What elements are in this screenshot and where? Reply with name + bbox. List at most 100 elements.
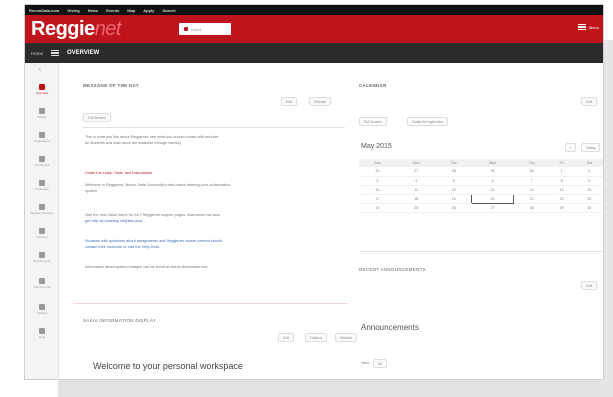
sidebar-item-housing[interactable]: Housing: [25, 223, 59, 243]
sidebar-item-student-services[interactable]: Student Services: [25, 199, 59, 219]
calendar-view-toggle[interactable]: Today the right view: [407, 117, 448, 126]
calendar-day[interactable]: 28: [513, 203, 550, 213]
motd-line: This is what you like about Reggienet; s…: [85, 135, 219, 139]
calendar-day[interactable]: 21: [513, 194, 550, 204]
motd-line: Welcome to Reggienet, Illinois State Uni…: [85, 183, 231, 187]
sidebar-item-overview[interactable]: Overview: [25, 79, 59, 99]
motd-link-line[interactable]: contact their instructor or visit the He…: [85, 245, 160, 250]
calendar-day[interactable]: 17: [359, 194, 396, 204]
calendar-day[interactable]: 24: [359, 203, 396, 213]
calendar-day[interactable]: 29: [471, 167, 514, 177]
dollar-icon: [39, 179, 45, 186]
calendar-day[interactable]: 11: [395, 185, 437, 195]
help-icon: [39, 327, 45, 334]
topbar-link[interactable]: Events: [106, 8, 119, 13]
motd-line: Information about system outages can be …: [85, 265, 209, 269]
calendar-today-button[interactable]: Today: [581, 143, 601, 152]
calendar-day[interactable]: 27: [471, 203, 514, 213]
calendar-day[interactable]: 2: [573, 167, 603, 177]
page-nav-bar: Home OVERVIEW: [25, 43, 603, 63]
workspace-options-button[interactable]: Options: [305, 333, 328, 342]
topbar-link[interactable]: Giving: [67, 8, 79, 13]
menu-label: Menu: [588, 24, 599, 30]
calendar-day[interactable]: 14: [513, 185, 550, 195]
clipboard-icon: [39, 131, 45, 138]
weekday-header: Tue: [436, 159, 472, 167]
divider: [359, 251, 603, 252]
calendar-day[interactable]: 10: [359, 185, 396, 195]
topbar-link[interactable]: ReconData.com: [29, 8, 59, 13]
calendar-day[interactable]: 28: [436, 167, 472, 177]
divider: [73, 303, 348, 304]
calendar-day[interactable]: 18: [395, 194, 437, 204]
topbar-link[interactable]: Search: [162, 8, 175, 13]
announcements-edit-button[interactable]: Edit: [581, 281, 598, 290]
calendar-day[interactable]: 8: [549, 176, 574, 186]
logo-main: Reggie: [31, 18, 95, 40]
menu-button[interactable]: Menu: [577, 24, 599, 30]
reggienet-logo[interactable]: Reggienet: [31, 18, 122, 40]
home-site-button[interactable]: Home: [179, 23, 231, 35]
calendar-day[interactable]: 9: [573, 176, 603, 186]
calendar-day[interactable]: 26: [359, 167, 396, 177]
announcements-view-label: View: [361, 361, 370, 365]
flag-icon: [39, 277, 45, 284]
breadcrumb-home[interactable]: Home: [31, 51, 43, 56]
calendar-day[interactable]: 1: [549, 167, 574, 177]
sidebar-item-academics[interactable]: Academics: [25, 151, 59, 171]
calendar-day[interactable]: 19: [436, 194, 472, 204]
motd-edit-button[interactable]: Edit: [281, 97, 298, 106]
calendar-day[interactable]: 5: [436, 176, 472, 186]
sidebar-item-employment[interactable]: Employment: [25, 247, 59, 267]
weekday-header: Fri: [549, 159, 574, 167]
calendar-day[interactable]: 13: [471, 185, 514, 195]
sidebar-item-registration[interactable]: Registration: [25, 127, 59, 147]
motd-refresh-button[interactable]: Refresh: [309, 97, 332, 106]
motd-line: for students and instructors are availab…: [85, 141, 182, 145]
motd-link-line[interactable]: Students with questions about assignment…: [85, 239, 222, 244]
logo-net: net: [94, 18, 122, 40]
calendar-day[interactable]: 25: [395, 203, 437, 213]
briefcase-icon: [39, 251, 45, 258]
calendar-week-row: 26 27 28 29 30 1 2: [359, 167, 603, 177]
sidebar-item-profile[interactable]: Profile: [25, 103, 59, 123]
calendar-full-screen-button[interactable]: Full Screen: [359, 117, 387, 126]
calendar-day[interactable]: 30: [573, 203, 603, 213]
calendar-edit-button[interactable]: Edit: [581, 97, 598, 106]
motd-line: system.: [85, 189, 99, 193]
calendar-day-today[interactable]: 20: [470, 193, 515, 204]
motd-full-screen-button[interactable]: Full Screen: [83, 113, 111, 122]
calendar-day[interactable]: 7: [513, 176, 550, 186]
calendar-day[interactable]: 26: [436, 203, 472, 213]
announcements-heading: Announcements: [361, 323, 419, 332]
announcements-view-select[interactable]: All: [373, 359, 387, 368]
sidebar-item-label: Employment: [33, 258, 51, 263]
calendar-day[interactable]: 23: [573, 194, 603, 204]
topbar-link[interactable]: Apply: [143, 8, 154, 13]
calendar-day[interactable]: 4: [395, 176, 437, 186]
workspace-refresh-button[interactable]: Refresh: [335, 333, 358, 342]
calendar-day[interactable]: 16: [573, 185, 603, 195]
hamburger-icon: [577, 24, 586, 30]
collapse-sidebar-icon[interactable]: ‹: [39, 67, 41, 73]
calendar-day[interactable]: 29: [549, 203, 574, 213]
sidebar-item-financials[interactable]: Financials: [25, 175, 59, 195]
calendar-day[interactable]: 6: [471, 176, 514, 186]
calendar-day[interactable]: 30: [513, 167, 550, 177]
calendar-day[interactable]: 27: [395, 167, 437, 177]
sidebar-item-campus-life[interactable]: Campus Life: [25, 273, 59, 293]
sidebar-item-help[interactable]: Help: [25, 323, 59, 343]
calendar-day[interactable]: 22: [549, 194, 574, 204]
sidebar-item-settings[interactable]: Settings: [25, 299, 59, 319]
motd-link-line[interactable]: get help by emailing ctt@ilstu.edu.: [85, 219, 143, 224]
workspace-edit-button[interactable]: Edit: [278, 333, 295, 342]
calendar-day[interactable]: 12: [436, 185, 472, 195]
browser-window: ReconData.com Giving News Events Map App…: [24, 4, 604, 380]
calendar-day[interactable]: 3: [359, 176, 396, 186]
calendar-day[interactable]: 15: [549, 185, 574, 195]
calendar-prev-button[interactable]: ‹: [565, 143, 577, 152]
topbar-link[interactable]: Map: [127, 8, 135, 13]
topbar-link[interactable]: News: [88, 8, 98, 13]
calendar-header-row: Sun Mon Tue Wed Thu Fri Sat: [359, 159, 603, 167]
home-icon: [184, 27, 188, 31]
